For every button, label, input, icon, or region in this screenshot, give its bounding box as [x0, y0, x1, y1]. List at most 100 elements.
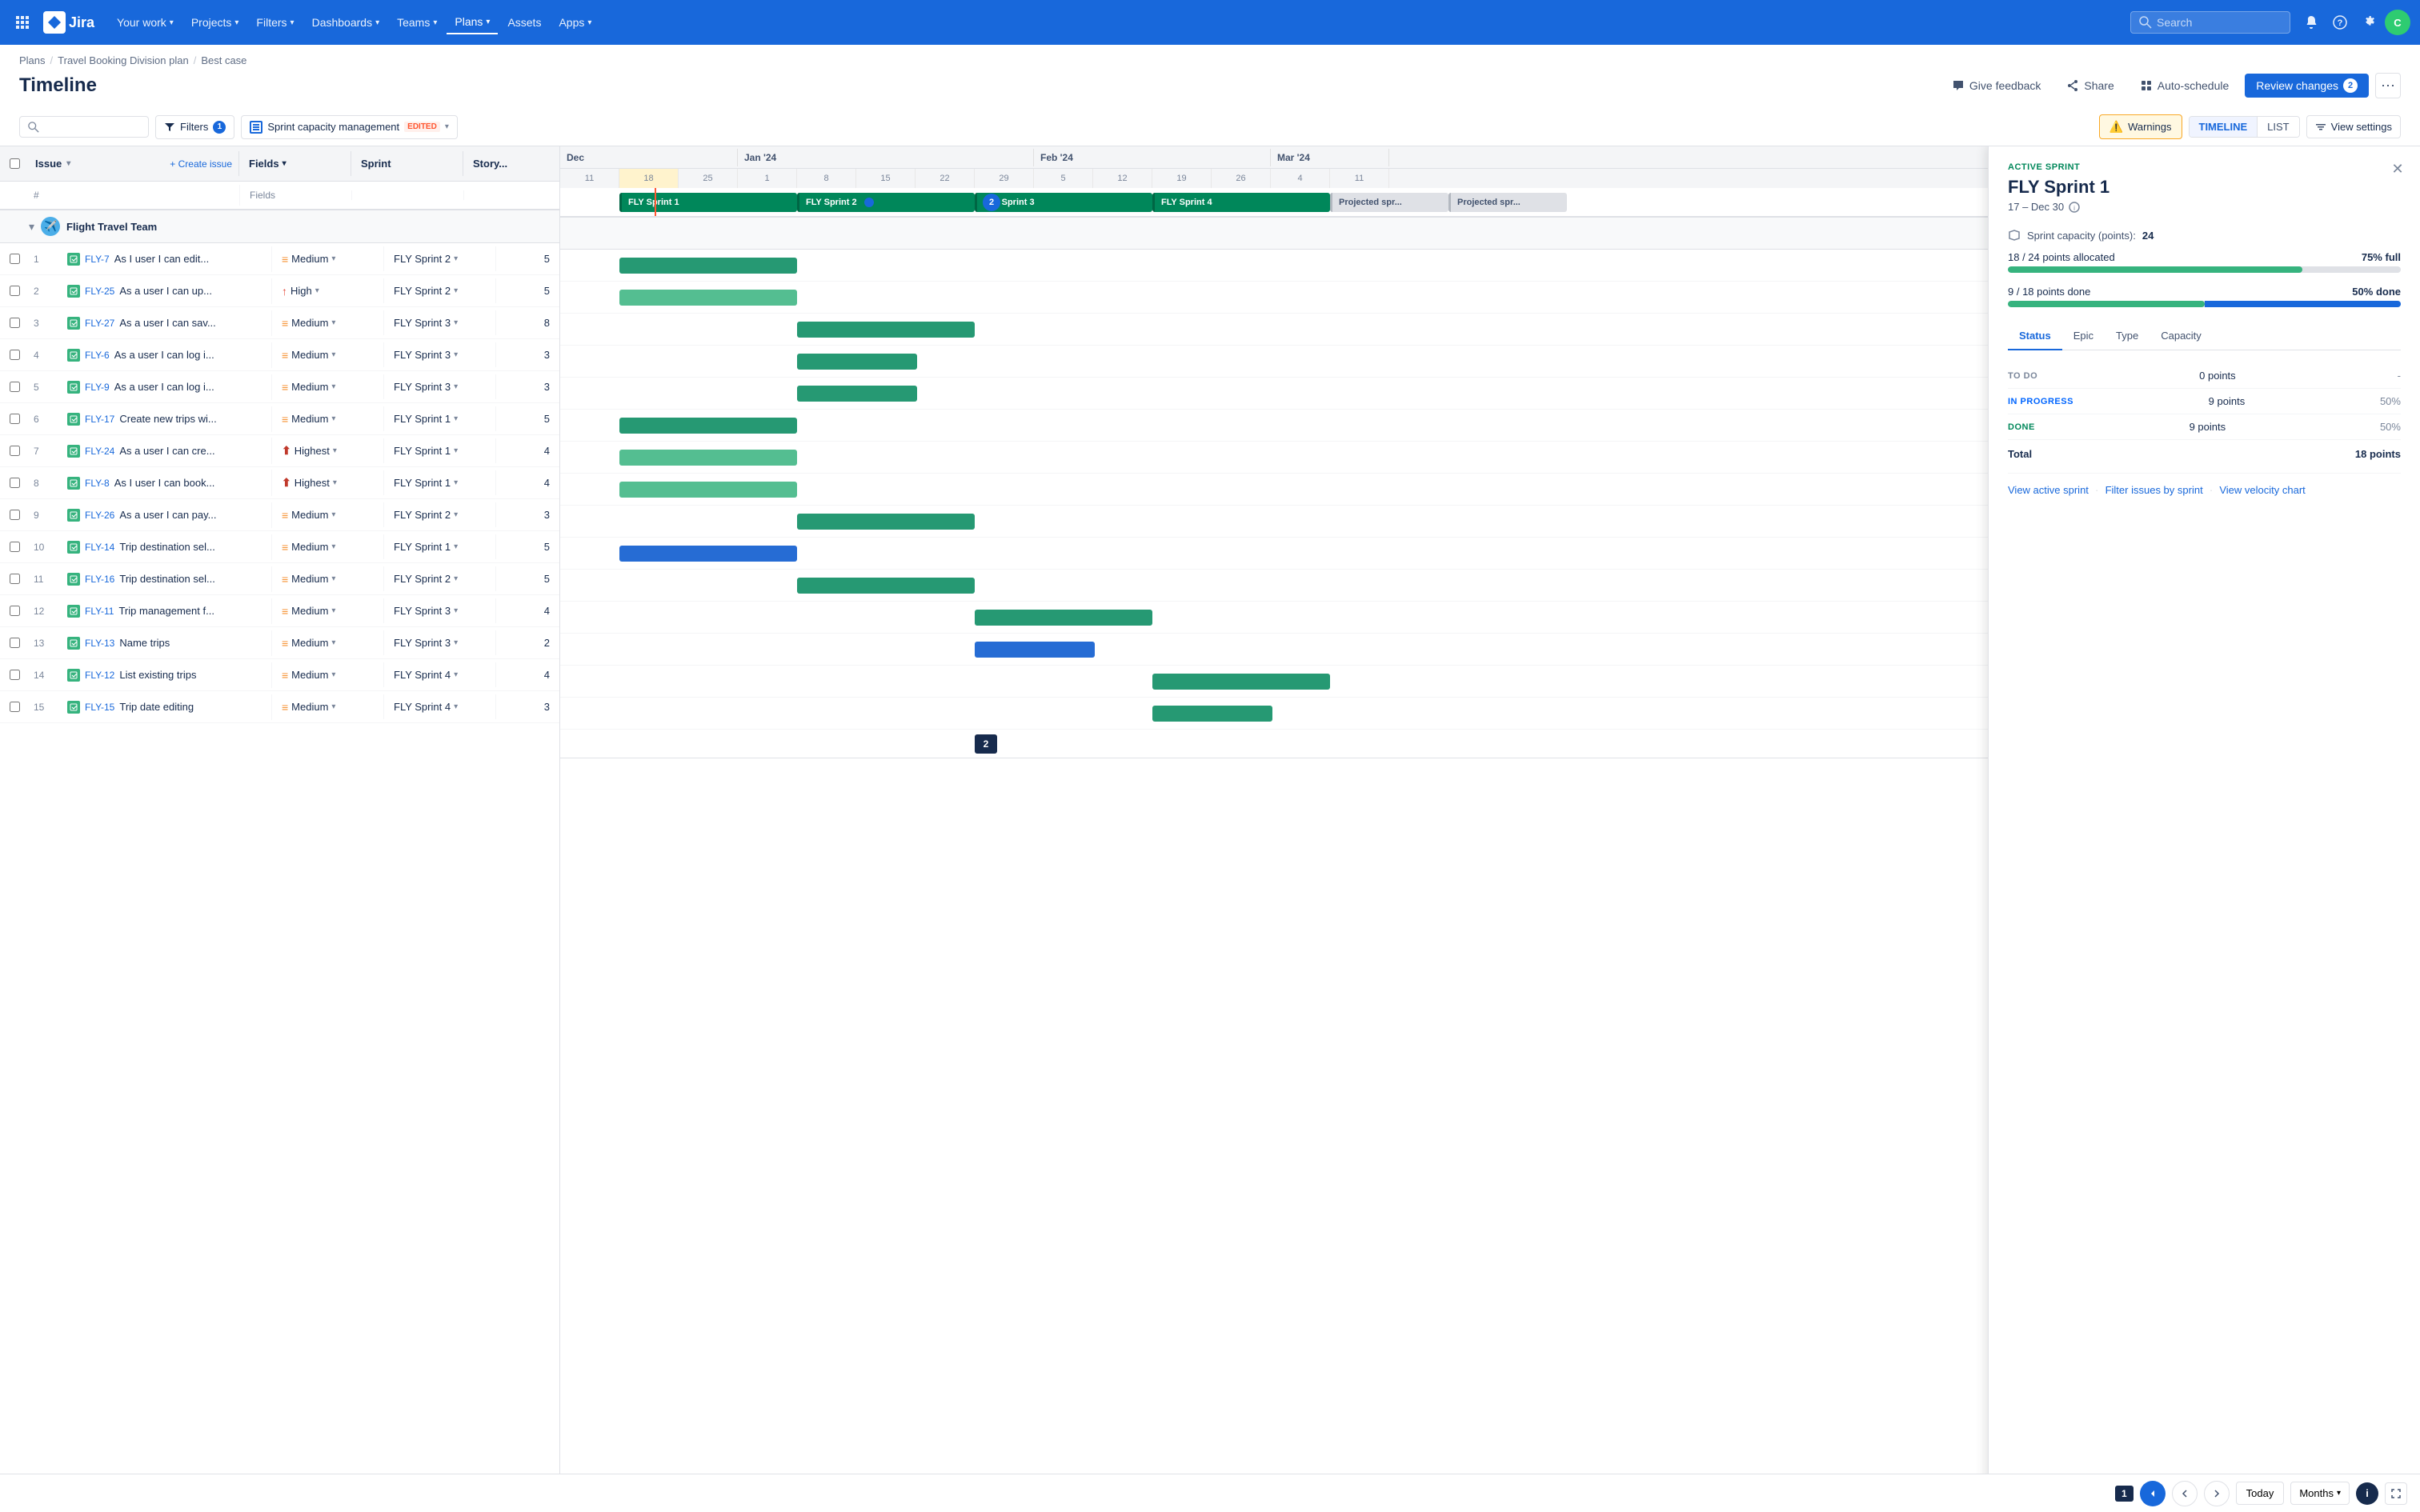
panel-close-button[interactable]: ✕ — [2388, 159, 2407, 178]
share-button[interactable]: Share — [2057, 74, 2123, 97]
nav-forward-button[interactable] — [2204, 1481, 2230, 1506]
tab-capacity[interactable]: Capacity — [2150, 323, 2213, 350]
done-pct: 50% done — [2352, 286, 2401, 298]
tab-list[interactable]: LIST — [2258, 117, 2298, 137]
toolbar: Filters 1 Sprint capacity management EDI… — [0, 108, 2420, 146]
active-sprint-badge: ACTIVE SPRINT — [2008, 162, 2401, 172]
table-subheader: # Fields — [0, 182, 559, 210]
breadcrumb-plans[interactable]: Plans — [19, 54, 46, 66]
search-box[interactable] — [2130, 11, 2290, 34]
status-row-total: Total 18 points — [2008, 440, 2401, 460]
fly-sprint-2-bar[interactable]: FLY Sprint 2 — [797, 193, 975, 212]
panel-links: View active sprint · Filter issues by sp… — [2008, 473, 2401, 496]
team-name: Flight Travel Team — [66, 221, 157, 233]
bottom-bar: 1 Today Months ▾ i — [0, 1474, 2420, 1512]
nav-filters[interactable]: Filters▾ — [248, 11, 302, 34]
warnings-button[interactable]: ⚠️ Warnings — [2099, 114, 2182, 139]
tab-timeline[interactable]: TIMELINE — [2190, 117, 2258, 137]
nav-back-button[interactable] — [2172, 1481, 2198, 1506]
tab-type[interactable]: Type — [2105, 323, 2150, 350]
fly-sprint-3-bar[interactable]: FLY Sprint 3 — [975, 193, 1152, 212]
sprint-edited-badge: EDITED — [404, 122, 440, 132]
allocated-progress: 18 / 24 points allocated 75% full — [2008, 251, 2401, 273]
gantt-month-dec: Dec — [560, 149, 738, 166]
allocated-pct: 75% full — [2362, 251, 2401, 263]
jira-logo[interactable]: Jira — [37, 8, 101, 37]
tab-epic[interactable]: Epic — [2062, 323, 2105, 350]
nav-prev-primary-button[interactable] — [2140, 1481, 2166, 1506]
panel-dates: 17 – Dec 30 i — [2008, 201, 2401, 213]
filters-button[interactable]: Filters 1 — [155, 115, 234, 139]
gantt-area: Dec Jan '24 Feb '24 Mar '24 11 18 25 1 8… — [560, 146, 2420, 1498]
issue-row: 8 FLY-8 As I user I can book... ⬆ Highes… — [0, 467, 559, 499]
breadcrumb-division[interactable]: Travel Booking Division plan — [58, 54, 189, 66]
issue-row: 2 FLY-25 As a user I can up... ↑ High ▾ … — [0, 275, 559, 307]
panel-tabs: Status Epic Type Capacity — [2008, 323, 2401, 350]
today-button[interactable]: Today — [2236, 1482, 2285, 1505]
help-icon[interactable]: ? — [2327, 10, 2353, 35]
projected-sprint-2-bar[interactable]: Projected spr... — [1448, 193, 1567, 212]
fly-sprint-4-bar[interactable]: FLY Sprint 4 — [1152, 193, 1330, 212]
story-col-header: Story... — [473, 158, 507, 170]
team-row: ▾ ✈️ Flight Travel Team — [0, 210, 559, 243]
gantt-month-mar: Mar '24 — [1271, 149, 1389, 166]
top-nav: Jira Your work▾ Projects▾ Filters▾ Dashb… — [0, 0, 2420, 45]
more-options-button[interactable]: ⋯ — [2375, 73, 2401, 98]
capacity-label: Sprint capacity (points): — [2027, 230, 2136, 242]
done-progress: 9 / 18 points done 50% done — [2008, 286, 2401, 307]
issue-row: 11 FLY-16 Trip destination sel... ≡ Medi… — [0, 563, 559, 595]
nav-teams[interactable]: Teams▾ — [389, 11, 445, 34]
info-button[interactable]: i — [2356, 1482, 2378, 1505]
fields-col-header: Fields — [249, 158, 279, 170]
done-bar-blue — [2205, 301, 2402, 307]
toolbar-search-input[interactable] — [44, 121, 140, 133]
nav-plans[interactable]: Plans▾ — [447, 10, 498, 34]
user-avatar[interactable]: C — [2385, 10, 2410, 35]
sprint-filter-button[interactable]: Sprint capacity management EDITED ▾ — [241, 115, 457, 139]
auto-schedule-button[interactable]: Auto-schedule — [2130, 74, 2239, 97]
select-all-checkbox[interactable] — [10, 158, 20, 169]
done-bar-green — [2008, 301, 2205, 307]
toolbar-search[interactable] — [19, 116, 149, 138]
notifications-icon[interactable] — [2298, 10, 2324, 35]
breadcrumb: Plans / Travel Booking Division plan / B… — [0, 45, 2420, 70]
months-button[interactable]: Months ▾ — [2290, 1482, 2350, 1505]
nav-dashboards[interactable]: Dashboards▾ — [304, 11, 388, 34]
issue-row: 12 FLY-11 Trip management f... ≡ Medium … — [0, 595, 559, 627]
svg-text:?: ? — [2338, 18, 2343, 28]
settings-icon[interactable] — [2356, 10, 2382, 35]
view-settings-button[interactable]: View settings — [2306, 115, 2401, 138]
today-marker-line — [655, 188, 656, 216]
allocated-bar-fill — [2008, 266, 2302, 273]
nav-apps[interactable]: Apps▾ — [551, 11, 599, 34]
issue-row: 15 FLY-15 Trip date editing ≡ Medium ▾ F… — [0, 691, 559, 723]
page-title: Timeline — [19, 74, 97, 97]
review-changes-button[interactable]: Review changes 2 — [2245, 74, 2369, 98]
view-velocity-link[interactable]: View velocity chart — [2219, 484, 2305, 496]
issue-row: 4 FLY-6 As a user I can log i... ≡ Mediu… — [0, 339, 559, 371]
expand-button[interactable] — [2385, 1482, 2407, 1505]
projected-sprint-1-bar[interactable]: Projected spr... — [1330, 193, 1448, 212]
issue-row: 9 FLY-26 As a user I can pay... ≡ Medium… — [0, 499, 559, 531]
status-table: TO DO 0 points - IN PROGRESS 9 points 50… — [2008, 363, 2401, 460]
toolbar-left: Filters 1 Sprint capacity management EDI… — [19, 115, 458, 139]
marker-dot-2: 2 — [983, 194, 1000, 211]
nav-projects[interactable]: Projects▾ — [183, 11, 247, 34]
issue-rows: 1 FLY-7 As I user I can edit... ≡ Medium… — [0, 243, 559, 723]
tab-status[interactable]: Status — [2008, 323, 2062, 350]
search-input[interactable] — [2157, 16, 2269, 29]
done-text: 9 / 18 points done — [2008, 286, 2090, 298]
fly-sprint-1-bar[interactable]: FLY Sprint 1 — [619, 193, 797, 212]
create-issue-button[interactable]: + Create issue — [170, 158, 232, 170]
gantt-month-jan: Jan '24 — [738, 149, 1034, 166]
main-area: Issue ▾ + Create issue Fields ▾ Sprint S… — [0, 146, 2420, 1498]
filter-issues-link[interactable]: Filter issues by sprint — [2105, 484, 2203, 496]
header-actions: Give feedback Share Auto-schedule Review… — [1942, 73, 2401, 98]
nav-assets[interactable]: Assets — [499, 11, 549, 34]
page-header: Timeline Give feedback Share Auto-schedu… — [0, 70, 2420, 108]
view-active-sprint-link[interactable]: View active sprint — [2008, 484, 2089, 496]
view-tabs: TIMELINE LIST — [2189, 116, 2300, 138]
grid-icon[interactable] — [10, 10, 35, 35]
give-feedback-button[interactable]: Give feedback — [1942, 74, 2051, 97]
nav-your-work[interactable]: Your work▾ — [109, 11, 182, 34]
